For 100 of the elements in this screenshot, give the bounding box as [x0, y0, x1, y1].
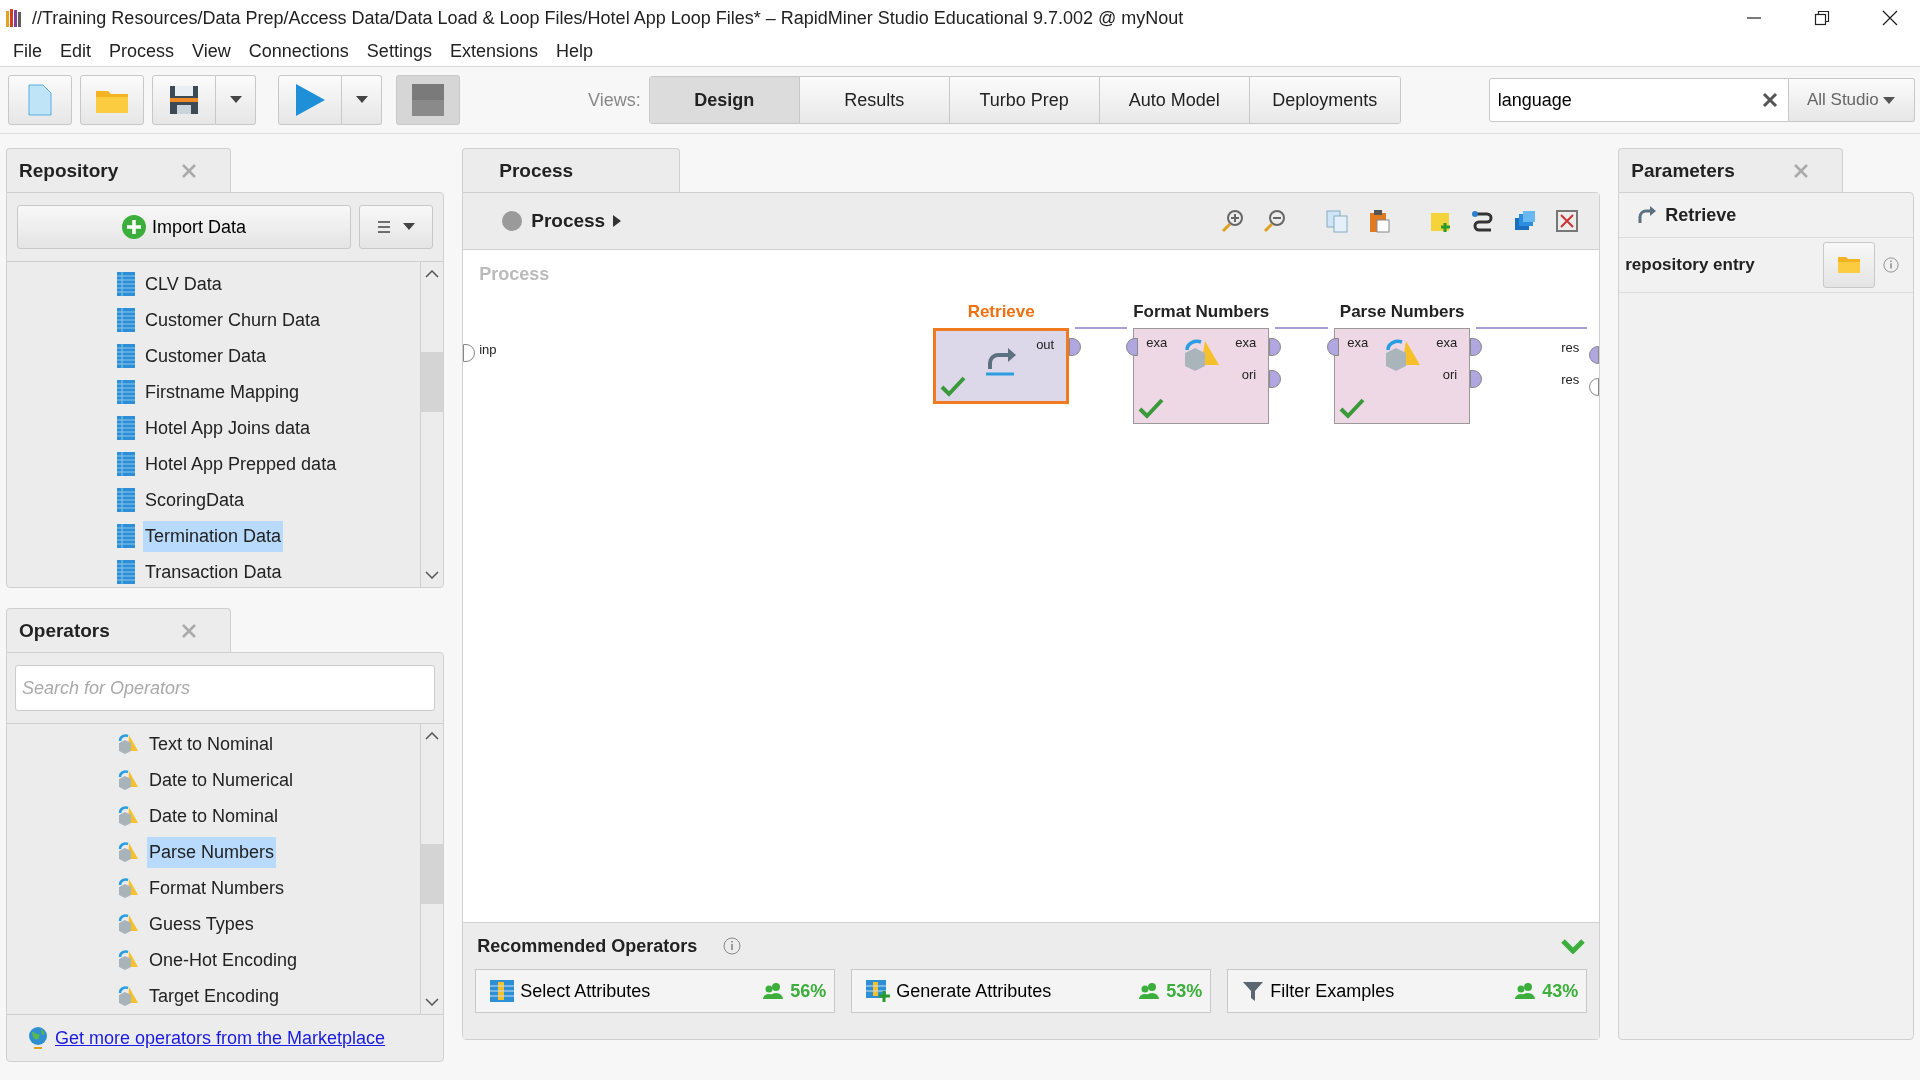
scroll-up-icon[interactable]	[425, 732, 440, 740]
operator-icon	[117, 805, 139, 827]
table-icon	[117, 416, 135, 440]
operator-item[interactable]: Guess Types	[147, 908, 256, 940]
scroll-thumb[interactable]	[421, 352, 444, 412]
restore-icon[interactable]	[1814, 10, 1830, 26]
zoom-in-icon[interactable]	[1221, 209, 1246, 233]
caret-icon	[355, 96, 368, 104]
operator-icon	[117, 877, 139, 899]
output-port[interactable]	[1069, 338, 1082, 356]
repository-item[interactable]: Customer Data	[143, 340, 269, 372]
menu-item[interactable]: Help	[555, 40, 593, 62]
operator-item[interactable]: Parse Numbers	[147, 836, 277, 868]
stop-button[interactable]	[396, 75, 460, 125]
layers-icon[interactable]	[1513, 209, 1538, 233]
repository-item[interactable]: Transaction Data	[143, 556, 284, 587]
scope-dropdown[interactable]: All Studio	[1788, 78, 1915, 122]
operator-item[interactable]: Date to Nominal	[147, 800, 281, 832]
repository-item[interactable]: Customer Churn Data	[143, 304, 323, 336]
operator-icon	[117, 913, 139, 935]
scroll-down-icon[interactable]	[425, 571, 440, 579]
scroll-thumb[interactable]	[421, 844, 444, 904]
import-data-button[interactable]: Import Data	[17, 205, 352, 249]
repository-item[interactable]: Firstname Mapping	[143, 376, 302, 408]
scroll-down-icon[interactable]	[425, 998, 440, 1006]
menu-item[interactable]: View	[192, 40, 231, 62]
menu-item[interactable]: Process	[109, 40, 175, 62]
users-icon	[762, 982, 785, 1000]
output-port[interactable]	[1269, 370, 1282, 388]
view-tab[interactable]: Design	[649, 77, 800, 123]
table-icon	[490, 980, 515, 1002]
repository-item[interactable]: Termination Data	[143, 520, 284, 552]
view-tab[interactable]: Deployments	[1249, 77, 1400, 123]
clear-icon[interactable]	[1761, 92, 1778, 108]
caret-icon	[1883, 97, 1896, 105]
usage-percentage: 56%	[790, 980, 827, 1002]
table-icon	[117, 308, 135, 332]
operator-item[interactable]: One-Hot Encoding	[147, 944, 300, 976]
table-icon	[117, 524, 135, 548]
repository-item[interactable]: ScoringData	[143, 484, 247, 516]
recommended-operator-button[interactable]: Filter Examples 43%	[1227, 969, 1588, 1013]
port-label: res	[1561, 372, 1580, 387]
operator-item[interactable]: Date to Numerical	[147, 764, 296, 796]
output-port[interactable]	[1470, 370, 1483, 388]
fit-view-icon[interactable]	[1555, 209, 1580, 233]
input-port[interactable]	[1327, 338, 1340, 356]
search-input[interactable]: language	[1495, 88, 1762, 112]
info-icon[interactable]	[1883, 257, 1900, 273]
operator-node[interactable]: exa exa ori	[1133, 328, 1270, 424]
menu-item[interactable]: Connections	[248, 40, 349, 62]
chevron-down-icon[interactable]	[1561, 938, 1586, 954]
panel-title: Parameters	[1631, 159, 1735, 182]
repository-item[interactable]: CLV Data	[143, 268, 224, 300]
operator-icon	[117, 769, 139, 791]
menu-button[interactable]	[359, 205, 434, 249]
canvas-label: Process	[479, 264, 550, 285]
usage-percentage: 43%	[1542, 980, 1579, 1002]
zoom-out-icon[interactable]	[1263, 209, 1288, 233]
dropdown-button[interactable]	[342, 75, 382, 125]
search-field[interactable]: language	[1488, 78, 1789, 122]
menu-item[interactable]: Extensions	[449, 40, 538, 62]
process-output-port[interactable]	[1589, 346, 1600, 364]
menu-item[interactable]: Edit	[60, 40, 92, 62]
retrieve-icon	[1637, 205, 1658, 225]
menu-item[interactable]: File	[13, 40, 42, 62]
recommended-operator-button[interactable]: Generate Attributes 53%	[851, 969, 1212, 1013]
operator-item[interactable]: Text to Nominal	[147, 728, 276, 760]
view-tab[interactable]: Results	[799, 77, 950, 123]
paste-icon[interactable]	[1367, 209, 1392, 233]
operator-title: Format Numbers	[1132, 302, 1271, 322]
operator-node[interactable]: out	[933, 328, 1070, 404]
save-button[interactable]	[152, 75, 216, 125]
repository-item[interactable]: Hotel App Joins data	[143, 412, 313, 444]
operator-search-field[interactable]: Search for Operators	[15, 665, 436, 711]
view-tab[interactable]: Turbo Prep	[949, 77, 1100, 123]
open-folder-button[interactable]	[80, 75, 144, 125]
breadcrumb[interactable]: Process	[531, 210, 606, 232]
output-port[interactable]	[1269, 338, 1282, 356]
recommended-operator-button[interactable]: Select Attributes 56%	[475, 969, 836, 1013]
usage-percentage: 53%	[1166, 980, 1203, 1002]
process-output-port[interactable]	[1589, 378, 1600, 396]
table-icon	[117, 344, 135, 368]
repository-item[interactable]: Hotel App Prepped data	[143, 448, 339, 480]
output-port[interactable]	[1470, 338, 1483, 356]
input-port[interactable]	[1126, 338, 1139, 356]
operator-title: Retrieve	[966, 302, 1036, 322]
scrollbar[interactable]	[420, 262, 444, 587]
run-button[interactable]	[278, 75, 342, 125]
operator-item[interactable]: Format Numbers	[147, 872, 287, 904]
scroll-up-icon[interactable]	[425, 270, 440, 278]
scrollbar[interactable]	[420, 724, 444, 1014]
operator-node[interactable]: exa exa ori	[1334, 328, 1471, 424]
process-input-port[interactable]	[463, 344, 476, 362]
port-label: exa	[1347, 335, 1369, 350]
close-icon[interactable]	[1882, 10, 1898, 26]
operator-item[interactable]: Target Encoding	[147, 980, 282, 1012]
marketplace-link[interactable]: Get more operators from the Marketplace	[55, 1027, 386, 1049]
info-icon[interactable]	[723, 937, 742, 955]
view-tab[interactable]: Auto Model	[1099, 77, 1250, 123]
menu-item[interactable]: Settings	[366, 40, 432, 62]
